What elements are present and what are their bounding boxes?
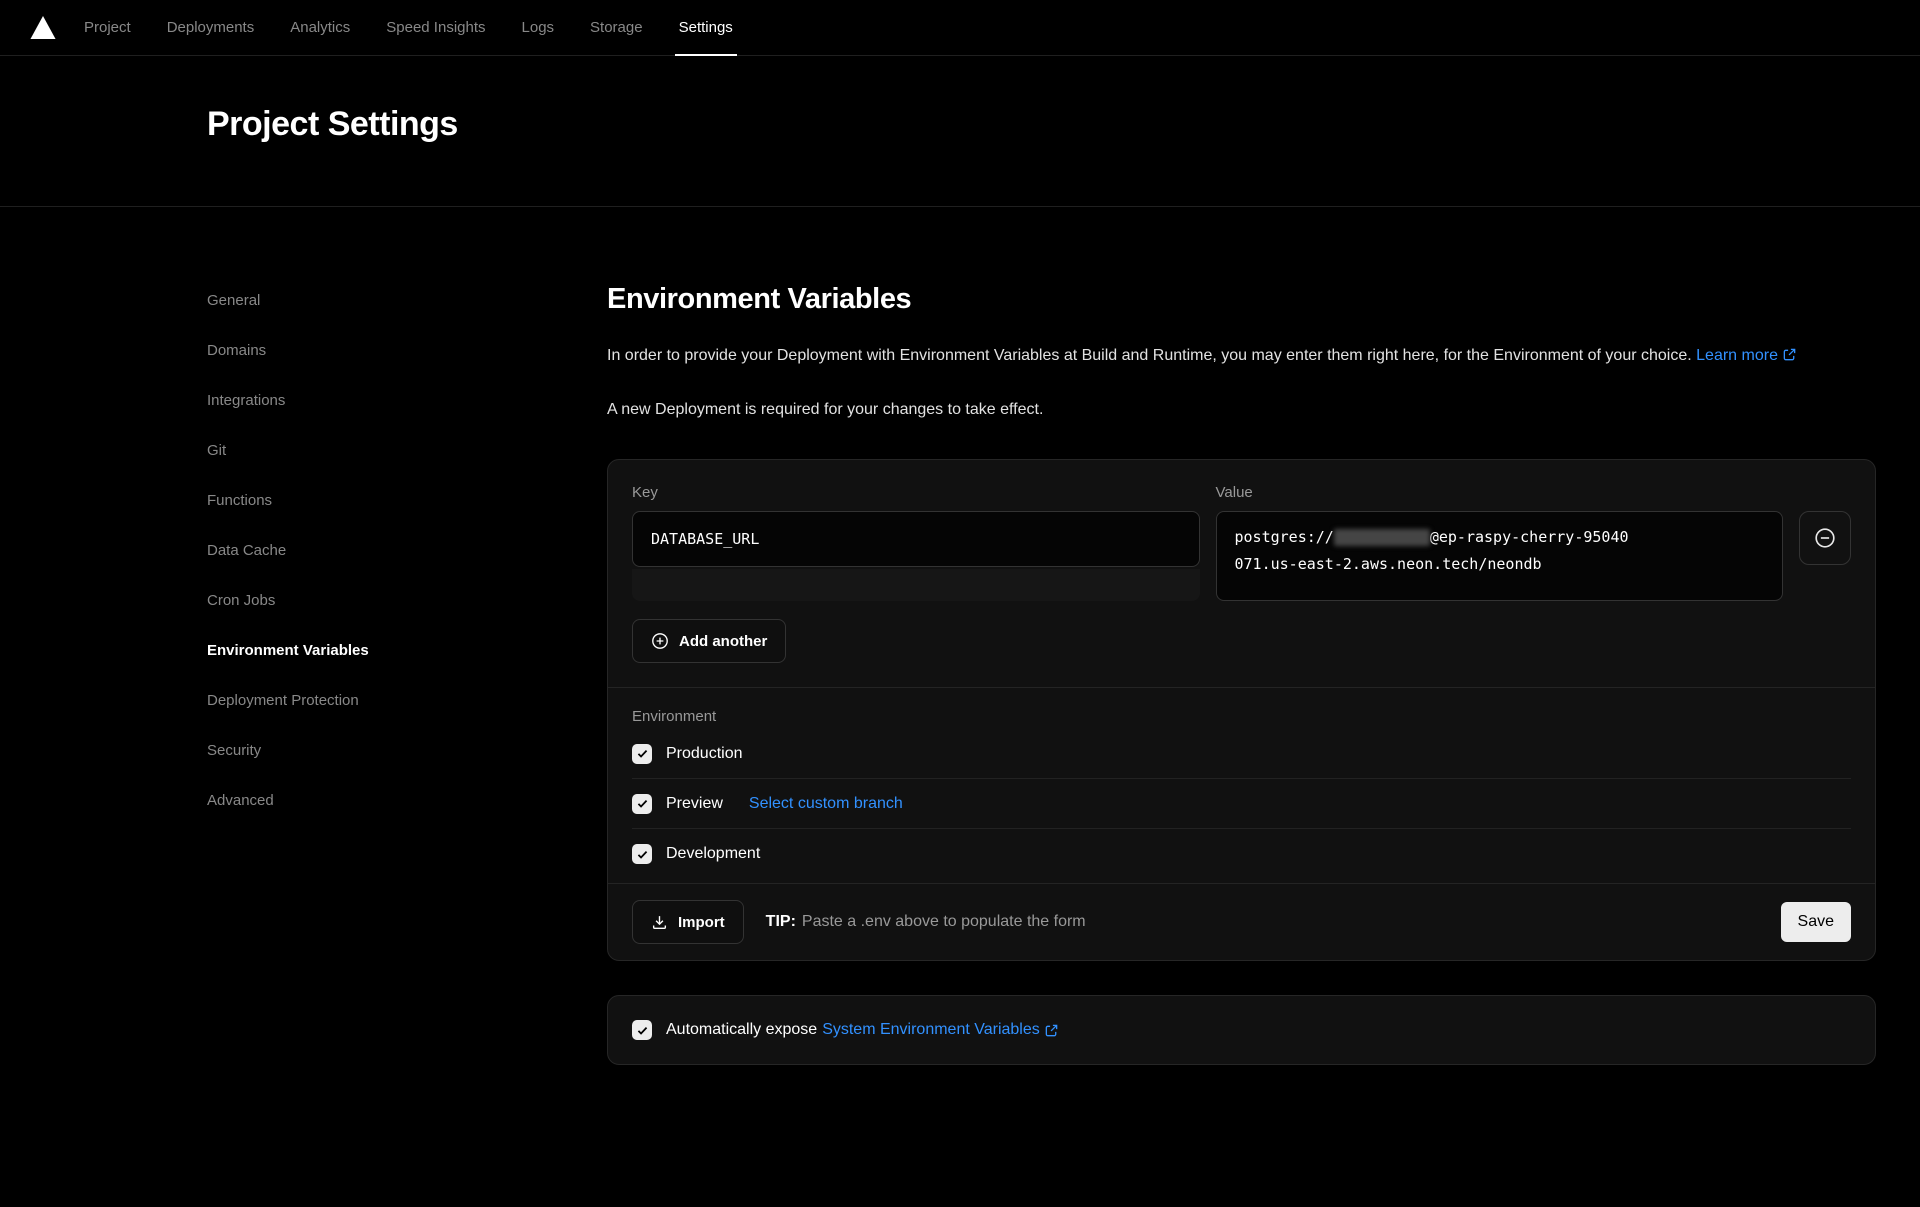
system-env-vars-link[interactable]: System Environment Variables bbox=[822, 1021, 1040, 1039]
auto-expose-text: Automatically expose bbox=[666, 1021, 817, 1039]
sidebar-item-security[interactable]: Security bbox=[207, 739, 607, 762]
env-var-editor-card: Key Value postgres:// @ep-raspy-cherry-95… bbox=[607, 459, 1876, 961]
page-header: Project Settings bbox=[0, 56, 1920, 207]
tip-body: Paste a .env above to populate the form bbox=[802, 913, 1086, 930]
sidebar-item-integrations[interactable]: Integrations bbox=[207, 389, 607, 412]
nav-tab-project[interactable]: Project bbox=[66, 0, 149, 55]
environment-label: Environment bbox=[632, 708, 1851, 725]
sidebar-item-advanced[interactable]: Advanced bbox=[207, 789, 607, 812]
check-icon bbox=[636, 848, 649, 861]
import-button[interactable]: Import bbox=[632, 900, 744, 944]
download-icon bbox=[651, 914, 668, 931]
auto-expose-checkbox[interactable] bbox=[632, 1020, 652, 1040]
env-row-preview: Preview Select custom branch bbox=[632, 779, 1851, 829]
remove-row-button[interactable] bbox=[1799, 511, 1851, 565]
value-textarea[interactable]: postgres:// @ep-raspy-cherry-95040 071.us… bbox=[1216, 511, 1784, 601]
check-icon bbox=[636, 797, 649, 810]
plus-circle-icon bbox=[651, 632, 669, 650]
nav-tab-storage[interactable]: Storage bbox=[572, 0, 661, 55]
save-button[interactable]: Save bbox=[1781, 902, 1851, 942]
redacted-secret bbox=[1334, 529, 1430, 546]
check-icon bbox=[636, 747, 649, 760]
add-another-button[interactable]: Add another bbox=[632, 619, 786, 663]
import-label: Import bbox=[678, 914, 725, 931]
content: General Domains Integrations Git Functio… bbox=[0, 207, 1920, 1065]
nav-tab-settings[interactable]: Settings bbox=[661, 0, 751, 55]
sidebar-item-cron-jobs[interactable]: Cron Jobs bbox=[207, 589, 607, 612]
add-another-label: Add another bbox=[679, 633, 767, 650]
minus-circle-icon bbox=[1814, 527, 1836, 549]
page-title: Project Settings bbox=[207, 105, 458, 144]
tip-text: TIP: Paste a .env above to populate the f… bbox=[766, 913, 1086, 931]
preview-label: Preview bbox=[666, 795, 723, 813]
external-link-icon bbox=[1782, 347, 1797, 362]
env-row-development: Development bbox=[632, 829, 1851, 879]
env-row-production: Production bbox=[632, 729, 1851, 779]
auto-expose-card: Automatically expose System Environment … bbox=[607, 995, 1876, 1065]
key-label: Key bbox=[632, 484, 1200, 501]
value-label: Value bbox=[1216, 484, 1784, 501]
nav-tab-logs[interactable]: Logs bbox=[504, 0, 573, 55]
external-link-icon bbox=[1044, 1023, 1059, 1038]
check-icon bbox=[636, 1024, 649, 1037]
sidebar-item-functions[interactable]: Functions bbox=[207, 489, 607, 512]
section-heading: Environment Variables bbox=[607, 283, 1876, 316]
sidebar-item-data-cache[interactable]: Data Cache bbox=[207, 539, 607, 562]
key-field-stack bbox=[632, 511, 1200, 601]
sidebar-item-git[interactable]: Git bbox=[207, 439, 607, 462]
key-input[interactable] bbox=[632, 511, 1200, 567]
sidebar-item-general[interactable]: General bbox=[207, 289, 607, 312]
value-host-part1: @ep-raspy-cherry-95040 bbox=[1430, 528, 1629, 546]
settings-sidebar: General Domains Integrations Git Functio… bbox=[207, 283, 607, 1065]
learn-more-link[interactable]: Learn more bbox=[1696, 347, 1778, 364]
value-host-part2: 071.us-east-2.aws.neon.tech/neondb bbox=[1235, 551, 1765, 578]
redeploy-note: A new Deployment is required for your ch… bbox=[607, 401, 1876, 419]
production-checkbox[interactable] bbox=[632, 744, 652, 764]
sidebar-item-domains[interactable]: Domains bbox=[207, 339, 607, 362]
sidebar-item-environment-variables[interactable]: Environment Variables bbox=[207, 639, 607, 662]
top-nav: Project Deployments Analytics Speed Insi… bbox=[0, 0, 1920, 56]
nav-tab-analytics[interactable]: Analytics bbox=[272, 0, 368, 55]
vercel-logo-icon[interactable] bbox=[30, 0, 56, 55]
preview-checkbox[interactable] bbox=[632, 794, 652, 814]
section-description: In order to provide your Deployment with… bbox=[607, 340, 1876, 371]
main-panel: Environment Variables In order to provid… bbox=[607, 283, 1876, 1065]
intro-text: In order to provide your Deployment with… bbox=[607, 347, 1692, 364]
development-checkbox[interactable] bbox=[632, 844, 652, 864]
environment-section: Environment Production Preview Select cu… bbox=[608, 687, 1875, 883]
value-prefix: postgres:// bbox=[1235, 528, 1334, 546]
development-label: Development bbox=[666, 845, 760, 863]
sidebar-item-deployment-protection[interactable]: Deployment Protection bbox=[207, 689, 607, 712]
production-label: Production bbox=[666, 745, 743, 763]
card-footer: Import TIP: Paste a .env above to populat… bbox=[608, 883, 1875, 960]
select-custom-branch-link[interactable]: Select custom branch bbox=[749, 795, 903, 813]
nav-tab-deployments[interactable]: Deployments bbox=[149, 0, 273, 55]
tip-bold: TIP: bbox=[766, 913, 796, 930]
key-input-extension[interactable] bbox=[632, 569, 1200, 601]
nav-tab-speed-insights[interactable]: Speed Insights bbox=[368, 0, 503, 55]
